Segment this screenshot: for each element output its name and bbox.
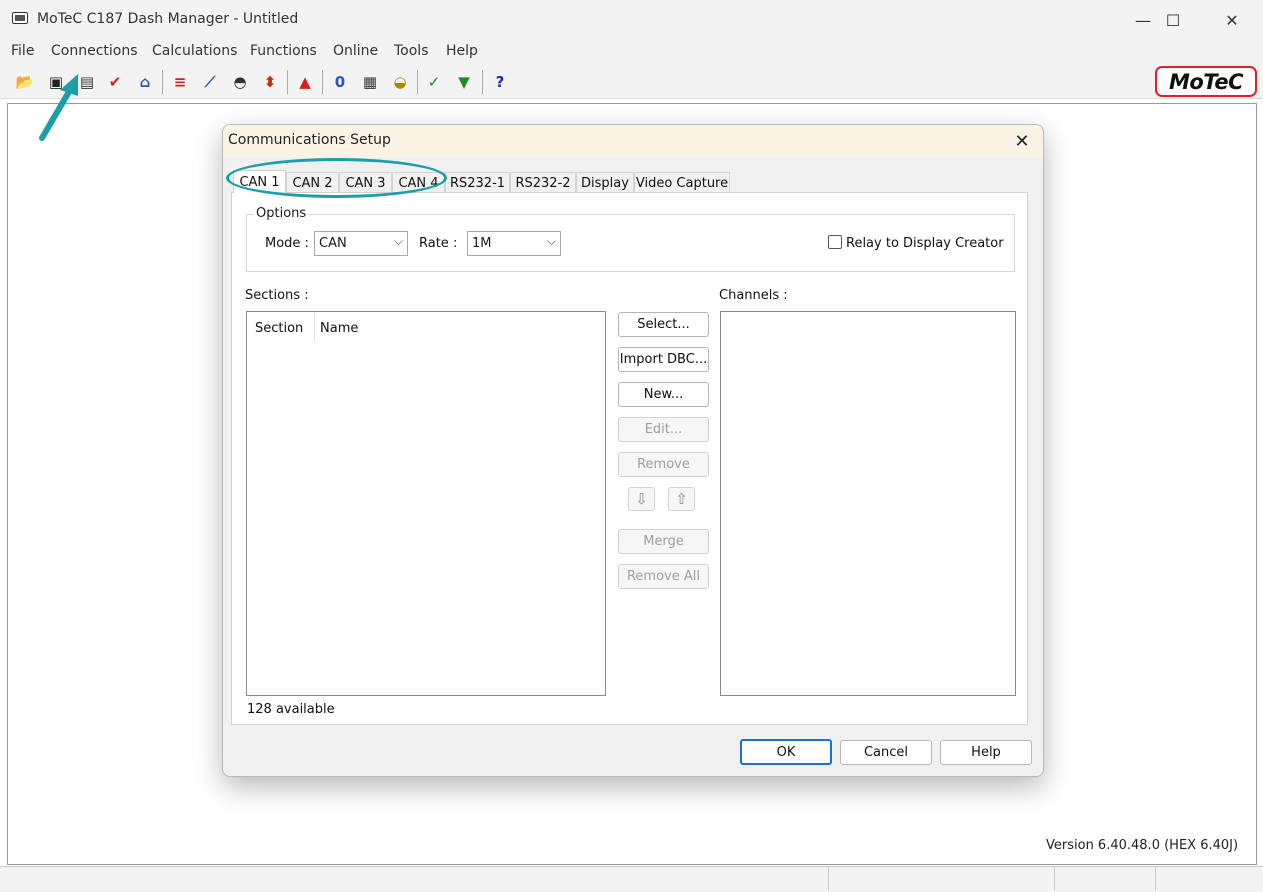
help-icon[interactable]: ? — [490, 72, 510, 92]
menu-calculations[interactable]: Calculations — [152, 43, 237, 59]
remove-button[interactable]: Remove — [618, 452, 709, 477]
move-up-button[interactable]: ⇧ — [668, 487, 695, 511]
ok-button[interactable]: OK — [740, 739, 832, 765]
status-divider — [1155, 866, 1156, 891]
tab-rs232-1[interactable]: RS232-1 — [445, 172, 510, 193]
status-divider — [828, 866, 829, 891]
relay-label: Relay to Display Creator — [846, 236, 1004, 251]
status-bar — [0, 866, 1263, 892]
column-divider — [314, 312, 315, 342]
tab-rs232-2[interactable]: RS232-2 — [510, 172, 576, 193]
cancel-button[interactable]: Cancel — [840, 740, 932, 765]
app-icon — [12, 12, 28, 24]
name-column-header[interactable]: Name — [320, 321, 358, 336]
channels-label: Channels : — [719, 288, 788, 303]
maximize-button[interactable]: ☐ — [1143, 0, 1203, 40]
chevron-down-icon: ⌵ — [393, 234, 403, 248]
toolbar-separator — [322, 70, 323, 94]
edit-button[interactable]: Edit... — [618, 417, 709, 442]
select-button[interactable]: Select... — [618, 312, 709, 337]
book-icon[interactable]: ⌂ — [135, 72, 155, 92]
available-count: 128 available — [247, 702, 335, 717]
chevron-down-icon: ⌵ — [546, 234, 556, 248]
download-icon[interactable]: ▼ — [454, 72, 474, 92]
dialog-title-bar: Communications Setup ✕ — [223, 125, 1043, 157]
check-icon[interactable]: ✔ — [105, 72, 125, 92]
menu-help[interactable]: Help — [446, 43, 478, 59]
chart-icon[interactable]: ⟋ — [200, 72, 220, 92]
dialog-close-button[interactable]: ✕ — [1011, 129, 1033, 153]
rate-value: 1M — [472, 236, 492, 251]
dash-icon[interactable]: ◒ — [390, 72, 410, 92]
status-divider — [1054, 866, 1055, 891]
merge-button[interactable]: Merge — [618, 529, 709, 554]
close-button[interactable]: ✕ — [1202, 0, 1262, 40]
menu-tools[interactable]: Tools — [394, 43, 429, 59]
toolbar-separator — [287, 70, 288, 94]
mode-value: CAN — [319, 236, 347, 251]
toolbar-separator — [482, 70, 483, 94]
toolbar: 📂 ▣ ▤ ✔ ⌂ ≡ ⟋ ◓ ⬍ ▲ 0 ▦ ◒ ✓ ▼ ? — [0, 64, 1263, 99]
sections-label: Sections : — [245, 288, 309, 303]
communications-setup-dialog: Communications Setup ✕ CAN 1 CAN 2 CAN 3… — [222, 124, 1044, 777]
mode-select[interactable]: CAN ⌵ — [314, 231, 408, 256]
menu-connections[interactable]: Connections — [51, 43, 138, 59]
import-dbc-button[interactable]: Import DBC... — [618, 347, 709, 372]
menu-file[interactable]: File — [11, 43, 34, 59]
toolbar-separator — [417, 70, 418, 94]
table-icon[interactable]: ▦ — [360, 72, 380, 92]
channels-list[interactable] — [720, 311, 1016, 696]
download-graph-icon[interactable]: ✓ — [424, 72, 444, 92]
traffic-light-icon[interactable]: ⬍ — [260, 72, 280, 92]
motec-logo: MoTeC — [1155, 66, 1257, 97]
annotation-ellipse — [226, 158, 447, 198]
mode-label: Mode : — [265, 236, 309, 251]
menu-functions[interactable]: Functions — [250, 43, 317, 59]
gauge-icon[interactable]: ◓ — [230, 72, 250, 92]
tab-display[interactable]: Display — [576, 172, 634, 193]
rate-select[interactable]: 1M ⌵ — [467, 231, 561, 256]
toolbar-separator — [162, 70, 163, 94]
menu-bar: File Connections Calculations Functions … — [0, 40, 1263, 64]
section-column-header[interactable]: Section — [255, 321, 303, 336]
window-title: MoTeC C187 Dash Manager - Untitled — [37, 11, 299, 27]
menu-online[interactable]: Online — [333, 43, 378, 59]
move-down-button[interactable]: ⇩ — [628, 487, 655, 511]
version-text: Version 6.40.48.0 (HEX 6.40J) — [1046, 838, 1239, 853]
remove-all-button[interactable]: Remove All — [618, 564, 709, 589]
options-group-label: Options — [254, 206, 309, 221]
upload-icon[interactable]: ▲ — [295, 72, 315, 92]
annotation-arrow — [39, 74, 78, 141]
new-button[interactable]: New... — [618, 382, 709, 407]
tab-video-capture[interactable]: Video Capture — [634, 172, 730, 193]
zero-icon[interactable]: 0 — [330, 72, 350, 92]
sections-list[interactable]: Section Name — [246, 311, 606, 696]
channels-icon[interactable]: ≡ — [170, 72, 190, 92]
dialog-title: Communications Setup — [228, 132, 391, 148]
help-button[interactable]: Help — [940, 740, 1032, 765]
title-bar: MoTeC C187 Dash Manager - Untitled — ☐ ✕ — [0, 0, 1263, 40]
rate-label: Rate : — [419, 236, 458, 251]
relay-checkbox[interactable] — [828, 235, 842, 249]
